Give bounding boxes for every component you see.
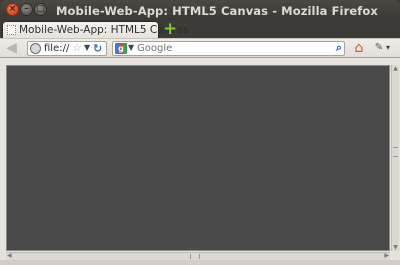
scroll-grip[interactable] <box>393 147 398 157</box>
search-engine-icon[interactable]: g <box>115 43 127 54</box>
maximize-window-button[interactable]: □ <box>34 3 47 16</box>
horizontal-scrollbar[interactable]: ◀ ▶ <box>6 252 390 260</box>
status-bar <box>0 260 400 265</box>
minimize-window-button[interactable]: – <box>20 3 33 16</box>
bookmark-star-icon[interactable]: ☆ <box>72 41 82 54</box>
search-engine-dropdown-icon[interactable]: ▼ <box>128 43 134 52</box>
plus-icon: + <box>163 19 178 39</box>
url-text[interactable]: file:// <box>44 43 69 54</box>
url-dropdown-icon[interactable]: ▼ <box>84 43 90 52</box>
toolbar-overflow-button[interactable]: ▾ <box>386 41 390 55</box>
navigation-toolbar: ◀ file:// ☆ ▼ ↻ g ▼ ⌕ ⌂ ✎ ▾ <box>0 38 400 58</box>
addon-icon: ✎ <box>374 42 384 53</box>
tab-mobile-web-app[interactable]: Mobile-Web-App: HTML5 Canvas <box>2 21 188 38</box>
addon-button[interactable]: ✎ <box>373 41 385 55</box>
scroll-down-icon[interactable]: ▼ <box>392 244 399 251</box>
home-button[interactable]: ⌂ <box>351 40 367 56</box>
back-button[interactable]: ◀ <box>4 41 19 56</box>
new-tab-button[interactable]: + <box>163 19 178 39</box>
reload-icon[interactable]: ↻ <box>93 42 102 55</box>
minimize-icon: – <box>24 4 29 14</box>
url-bar[interactable]: file:// ☆ ▼ ↻ <box>27 41 107 56</box>
window-titlebar: × – □ Mobile-Web-App: HTML5 Canvas - Moz… <box>0 0 400 20</box>
home-icon: ⌂ <box>354 40 364 56</box>
html5-canvas[interactable] <box>6 65 390 251</box>
page-content: ▲ ▼ ◀ ▶ <box>0 58 400 265</box>
globe-icon <box>30 43 41 54</box>
search-input[interactable] <box>137 42 329 55</box>
search-bar[interactable]: g ▼ ⌕ <box>112 41 345 56</box>
back-arrow-icon: ◀ <box>6 40 17 56</box>
tab-strip: Mobile-Web-App: HTML5 Canvas + <box>0 20 400 38</box>
window-title: Mobile-Web-App: HTML5 Canvas - Mozilla F… <box>56 4 378 18</box>
close-window-button[interactable]: × <box>6 3 19 16</box>
scroll-right-icon[interactable]: ▶ <box>384 252 389 259</box>
close-icon: × <box>8 4 17 14</box>
page-favicon-icon <box>7 25 16 35</box>
search-icon[interactable]: ⌕ <box>336 41 342 55</box>
scroll-left-icon[interactable]: ◀ <box>7 252 12 259</box>
chevron-down-icon: ▾ <box>386 43 391 52</box>
scroll-up-icon[interactable]: ▲ <box>392 65 399 72</box>
scroll-grip-horizontal[interactable] <box>190 254 200 259</box>
maximize-icon: □ <box>36 4 45 14</box>
vertical-scrollbar[interactable]: ▲ ▼ <box>391 65 399 251</box>
